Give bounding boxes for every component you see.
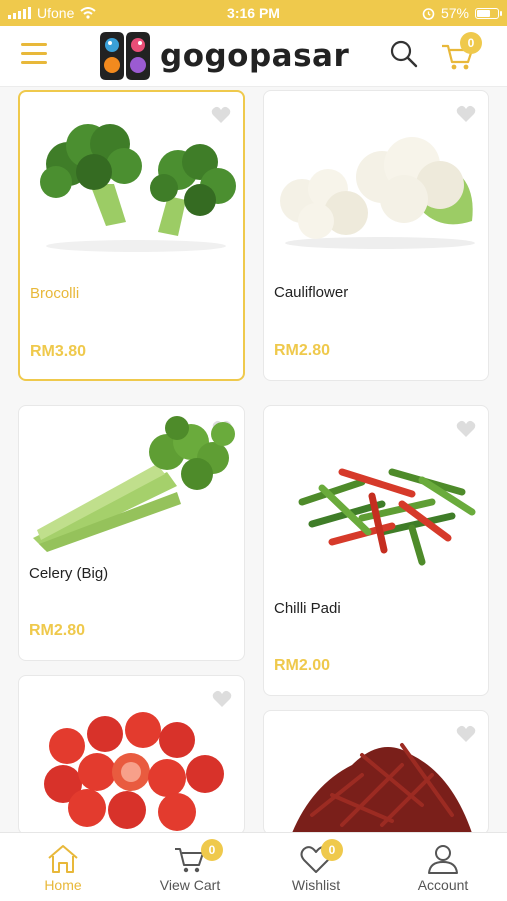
product-card-dried-chilli[interactable] bbox=[263, 710, 489, 835]
tab-label: Wishlist bbox=[291, 877, 341, 893]
tab-view-cart[interactable]: 0 View Cart bbox=[127, 833, 253, 901]
product-price: RM2.80 bbox=[29, 622, 86, 639]
product-card-celery[interactable]: Celery (Big) RM2.80 bbox=[18, 405, 245, 661]
logo[interactable]: gogopasar bbox=[96, 30, 349, 82]
home-icon bbox=[48, 845, 78, 873]
product-card-tomato[interactable] bbox=[18, 675, 245, 835]
tab-label: Account bbox=[417, 877, 469, 893]
product-name: Celery (Big) bbox=[29, 565, 109, 582]
alarm-icon bbox=[422, 7, 435, 20]
menu-icon[interactable] bbox=[21, 43, 47, 67]
logo-text: gogopasar bbox=[160, 38, 350, 74]
wishlist-count-badge: 0 bbox=[321, 839, 343, 861]
tab-wishlist[interactable]: 0 Wishlist bbox=[253, 833, 379, 901]
app-header: gogopasar 0 bbox=[0, 26, 507, 87]
brocolli-image bbox=[40, 124, 236, 252]
search-icon[interactable] bbox=[389, 39, 419, 69]
product-card-chilli-padi[interactable]: Chilli Padi RM2.00 bbox=[263, 405, 489, 696]
celery-image bbox=[33, 416, 235, 552]
product-price: RM2.00 bbox=[274, 657, 331, 674]
tab-account[interactable]: Account bbox=[380, 833, 506, 901]
product-price: RM2.80 bbox=[274, 342, 331, 359]
battery-percent: 57% bbox=[440, 5, 469, 21]
logo-mark bbox=[100, 32, 150, 80]
battery-icon bbox=[475, 7, 502, 19]
product-name: Chilli Padi bbox=[274, 600, 341, 617]
dried-chilli-image bbox=[292, 743, 472, 833]
status-bar: Ufone 3:16 PM 57% bbox=[0, 0, 507, 26]
bottom-tab-bar: Home 0 View Cart 0 Wishlist Account bbox=[0, 832, 507, 901]
cart-count-badge: 0 bbox=[201, 839, 223, 861]
product-card-cauliflower[interactable]: Cauliflower RM2.80 bbox=[263, 90, 489, 381]
product-card-brocolli[interactable]: Brocolli RM3.80 bbox=[18, 90, 245, 381]
tomato-image bbox=[44, 712, 224, 831]
tab-label: View Cart bbox=[159, 877, 221, 893]
user-icon bbox=[428, 845, 458, 874]
product-name: Cauliflower bbox=[274, 284, 349, 301]
tab-label: Home bbox=[44, 877, 82, 893]
chilli-padi-image bbox=[298, 468, 476, 566]
product-name: Brocolli bbox=[30, 285, 80, 302]
product-price: RM3.80 bbox=[30, 343, 87, 360]
cart-count-badge: 0 bbox=[460, 32, 482, 54]
cauliflower-image bbox=[280, 137, 475, 249]
header-cart-button[interactable]: 0 bbox=[440, 32, 482, 74]
tab-home[interactable]: Home bbox=[0, 833, 126, 901]
status-right: 57% bbox=[422, 5, 502, 21]
